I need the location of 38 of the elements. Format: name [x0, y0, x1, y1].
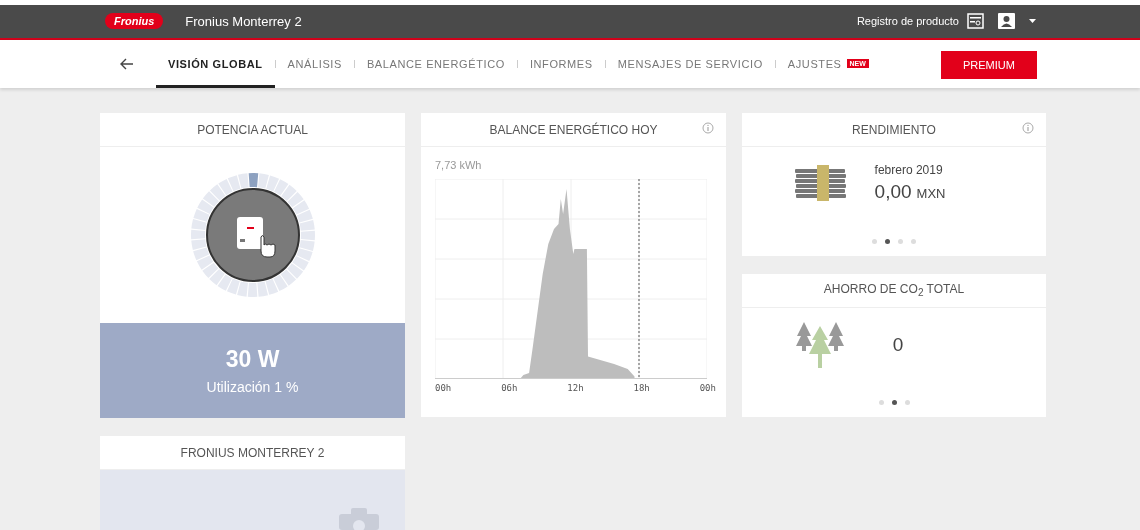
brand-logo: Fronius	[105, 13, 164, 30]
card-title: FRONIUS MONTERREY 2	[180, 445, 325, 460]
money-stack-icon	[792, 163, 849, 203]
user-icon[interactable]	[998, 13, 1015, 30]
page-dot[interactable]	[872, 239, 877, 244]
nav-tab[interactable]: ANÁLISIS	[275, 39, 354, 88]
card-title: RENDIMIENTO	[852, 122, 936, 137]
card-title: POTENCIA ACTUAL	[197, 122, 308, 137]
axis-tick-label: 00h	[435, 383, 452, 393]
register-icon[interactable]	[967, 13, 984, 30]
trees-icon	[794, 320, 845, 370]
card-title: AHORRO DE CO$_{2}$ TOTAL	[823, 282, 965, 299]
power-value: 30 W	[225, 346, 280, 373]
axis-tick-label: 06h	[501, 383, 518, 393]
co2-value: 0	[892, 334, 904, 356]
energy-total: 7,73 kWh	[435, 159, 483, 171]
premium-button[interactable]: PREMIUM	[940, 50, 1037, 79]
yield-amount: 0,00 MXN	[874, 181, 946, 203]
axis-tick-label: 00h	[699, 383, 716, 393]
period-label: febrero 2019	[874, 163, 944, 177]
page-dot[interactable]	[878, 400, 884, 405]
caret-icon[interactable]	[1029, 19, 1036, 24]
nav-tab[interactable]: MENSAJES DE SERVICIO	[605, 39, 775, 88]
axis-tick-label: 18h	[633, 383, 650, 393]
page-dot[interactable]	[898, 239, 903, 244]
site-name: Fronius Monterrey 2	[185, 13, 302, 29]
page-dot[interactable]	[885, 239, 890, 244]
page-dot[interactable]	[904, 400, 910, 405]
utilization-text: Utilización 1 %	[206, 379, 299, 395]
info-icon[interactable]	[1022, 122, 1034, 134]
card-title: BALANCE ENERGÉTICO HOY	[489, 122, 658, 137]
nav-tab[interactable]: INFORMES	[517, 39, 605, 88]
page-dot[interactable]	[911, 239, 916, 244]
axis-tick-label: 12h	[567, 383, 584, 393]
page-dot[interactable]	[891, 400, 897, 405]
register-link[interactable]: Registro de producto	[856, 15, 959, 28]
info-icon[interactable]	[702, 122, 714, 134]
nav-tab[interactable]: BALANCE ENERGÉTICO	[354, 39, 517, 88]
